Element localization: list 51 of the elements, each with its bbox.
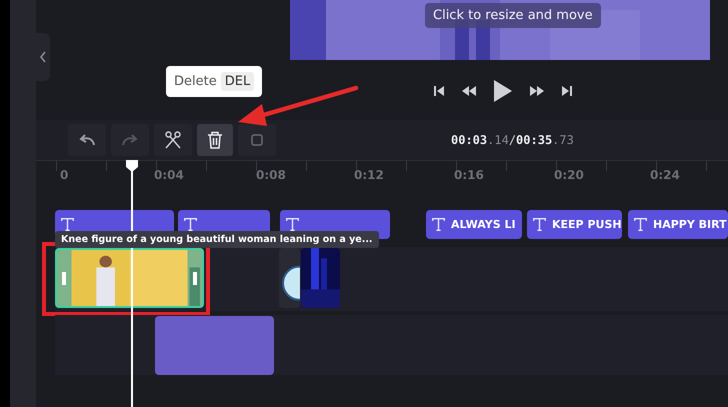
square-icon — [251, 134, 263, 146]
shortcut-key: DEL — [220, 72, 254, 91]
ruler-label: 0:24 — [650, 168, 680, 182]
redo-icon — [121, 134, 139, 146]
skip-back-icon — [434, 85, 444, 97]
skip-forward-icon — [562, 85, 572, 97]
text-icon — [184, 218, 197, 231]
total-time-fraction: .73 — [552, 133, 574, 147]
current-time-fraction: .14 — [487, 133, 509, 147]
text-icon — [533, 218, 546, 231]
forward-button[interactable] — [528, 84, 546, 98]
chevron-left-icon — [39, 51, 47, 63]
undo-icon — [78, 134, 96, 146]
delete-button[interactable] — [197, 124, 233, 156]
tooltip-label: Delete — [174, 74, 217, 89]
ruler-label: 0:20 — [554, 168, 584, 182]
ruler-label: 0:08 — [256, 168, 286, 182]
trim-handle[interactable] — [62, 272, 66, 285]
resize-hint: Click to resize and move — [425, 3, 601, 28]
other-button[interactable] — [238, 124, 276, 156]
text-icon — [634, 218, 647, 231]
collapse-tab[interactable] — [36, 33, 50, 81]
text-icon — [61, 218, 74, 231]
fast-forward-icon — [530, 86, 544, 96]
text-clip[interactable]: KEEP PUSH — [527, 210, 622, 239]
ruler-label: 0 — [60, 168, 68, 182]
ruler-label: 0:04 — [154, 168, 184, 182]
skip-forward-button[interactable] — [560, 83, 574, 99]
ruler-label: 0:16 — [454, 168, 484, 182]
skip-back-button[interactable] — [432, 83, 446, 99]
audio-clip[interactable] — [155, 316, 274, 375]
time-separator: / — [508, 133, 516, 147]
rewind-icon — [462, 86, 476, 96]
text-icon — [286, 218, 299, 231]
split-button[interactable] — [154, 124, 192, 156]
ruler-label: 0:12 — [354, 168, 384, 182]
total-time: 00:35 — [516, 133, 552, 147]
text-clip[interactable]: HAPPY BIRT — [628, 210, 728, 239]
undo-button[interactable] — [68, 124, 106, 156]
current-time: 00:03 — [451, 133, 488, 147]
play-button[interactable] — [492, 78, 514, 104]
media-clip[interactable] — [301, 248, 340, 308]
media-clip[interactable] — [279, 248, 300, 308]
play-icon — [494, 80, 512, 102]
trash-icon — [207, 131, 223, 149]
rewind-button[interactable] — [460, 84, 478, 98]
text-icon — [432, 218, 445, 231]
text-clip[interactable]: ALWAYS LI — [426, 210, 522, 239]
clip-tooltip: Knee figure of a young beautiful woman leaning on a ye... — [55, 231, 379, 248]
trim-handle[interactable] — [193, 272, 197, 285]
scissors-icon — [165, 131, 181, 149]
